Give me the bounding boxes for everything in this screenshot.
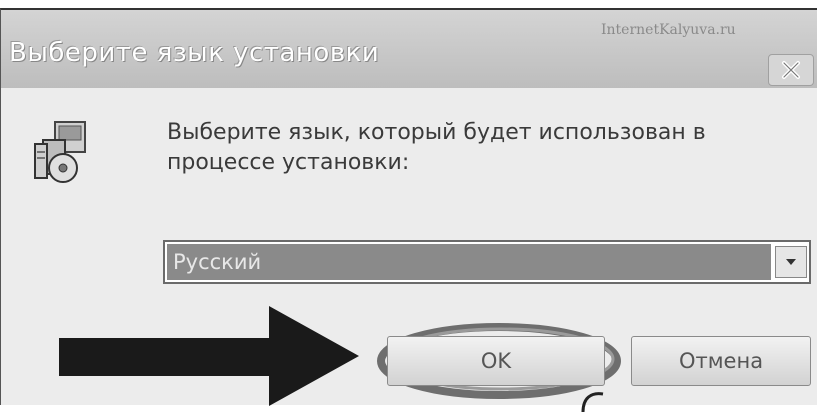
cancel-button[interactable]: Отмена — [631, 336, 811, 386]
close-icon — [782, 61, 800, 79]
watermark: InternetKalyuva.ru — [601, 22, 736, 38]
language-select[interactable]: Русский — [163, 240, 811, 284]
language-dropdown-button[interactable] — [775, 246, 807, 278]
close-button[interactable] — [768, 54, 814, 86]
prompt-text: Выберите язык, который будет использован… — [167, 120, 706, 175]
installer-icon — [34, 121, 86, 183]
arrow-pointer — [59, 306, 359, 406]
chevron-down-icon — [786, 259, 796, 265]
window-title: Выберите язык установки — [9, 38, 380, 68]
ok-button[interactable]: OK — [387, 336, 605, 386]
mouse-cursor-icon — [581, 392, 604, 412]
title-bar: Выберите язык установки InternetKalyuva.… — [1, 10, 817, 88]
dialog-body: Выберите язык, который будет использован… — [1, 88, 817, 412]
installer-dialog: Выберите язык установки InternetKalyuva.… — [0, 8, 817, 412]
language-select-value: Русский — [167, 244, 771, 280]
